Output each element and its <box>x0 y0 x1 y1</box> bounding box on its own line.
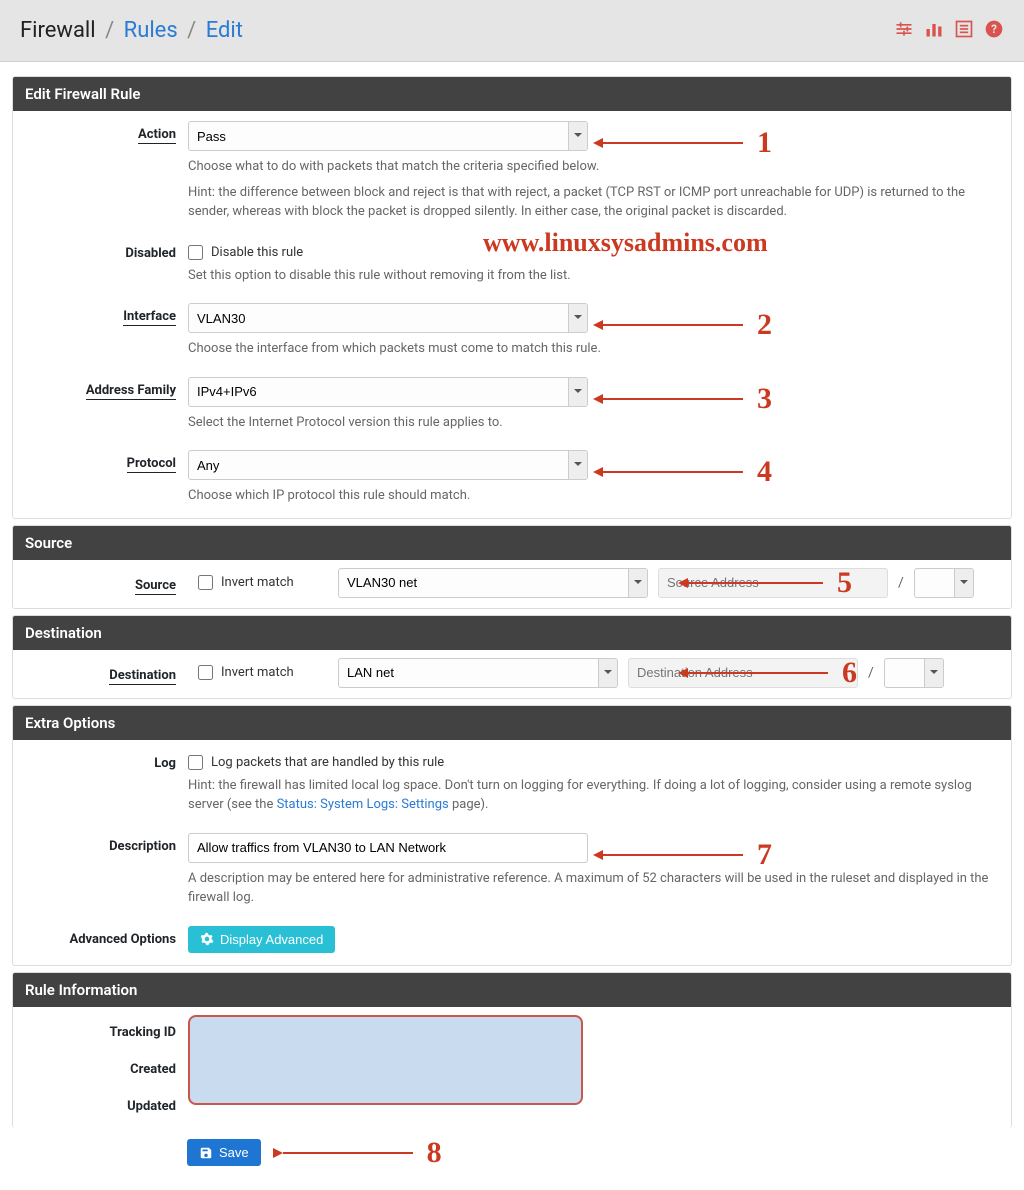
panel-extra-options: Extra Options Log Log packets that are h… <box>12 705 1012 966</box>
panel-heading: Edit Firewall Rule <box>13 77 1011 111</box>
log-checkbox[interactable] <box>188 755 203 770</box>
protocol-help: Choose which IP protocol this rule shoul… <box>188 486 1001 506</box>
label-advanced: Advanced Options <box>23 926 188 947</box>
destination-mask-select[interactable] <box>884 658 944 688</box>
label-interface[interactable]: Interface <box>23 303 188 324</box>
disabled-help: Set this option to disable this rule wit… <box>188 266 1001 286</box>
slash: / <box>898 575 904 591</box>
header-action-icons: ? <box>894 19 1004 43</box>
description-input[interactable] <box>188 833 588 863</box>
label-log: Log <box>23 750 188 771</box>
action-select[interactable]: Pass <box>188 121 588 151</box>
annotation-2: 2 <box>593 308 772 342</box>
breadcrumb-root[interactable]: Firewall <box>20 18 96 43</box>
annotation-1: 1 <box>593 126 772 160</box>
panel-heading: Rule Information <box>13 973 1011 1007</box>
gear-icon <box>200 932 214 946</box>
log-help: Hint: the firewall has limited local log… <box>188 776 1001 815</box>
source-mask-select[interactable] <box>914 568 974 598</box>
help-icon[interactable]: ? <box>984 19 1004 43</box>
protocol-select[interactable]: Any <box>188 450 588 480</box>
label-created: Created <box>23 1056 188 1077</box>
destination-invert-checkbox[interactable] <box>198 665 213 680</box>
label-source[interactable]: Source <box>23 572 188 593</box>
panel-rule-information: Rule Information Tracking ID Created Upd… <box>12 972 1012 1128</box>
label-description: Description <box>23 833 188 854</box>
panel-heading: Source <box>13 526 1011 560</box>
breadcrumb-edit[interactable]: Edit <box>206 18 243 43</box>
save-button[interactable]: Save <box>187 1139 261 1166</box>
slash: / <box>868 665 874 681</box>
label-destination[interactable]: Destination <box>23 662 188 683</box>
panel-source: Source Source Invert match VLAN30 net 5 <box>12 525 1012 609</box>
label-updated: Updated <box>23 1093 188 1114</box>
annotation-4: 4 <box>593 455 772 489</box>
disabled-checkbox-label: Disable this rule <box>211 245 303 260</box>
label-address-family[interactable]: Address Family <box>23 377 188 398</box>
source-type-select[interactable]: VLAN30 net <box>338 568 648 598</box>
interface-help: Choose the interface from which packets … <box>188 339 1001 359</box>
svg-text:?: ? <box>991 22 997 36</box>
annotation-8: 8 <box>273 1136 456 1170</box>
panel-edit-firewall-rule: Edit Firewall Rule Action Pass 1 Choose … <box>12 76 1012 519</box>
source-invert-label: Invert match <box>221 575 294 590</box>
source-address-input[interactable] <box>658 568 888 598</box>
bar-chart-icon[interactable] <box>924 19 944 43</box>
panel-heading: Extra Options <box>13 706 1011 740</box>
panel-destination: Destination Destination Invert match LAN… <box>12 615 1012 699</box>
annotation-3: 3 <box>593 382 772 416</box>
log-checkbox-label: Log packets that are handled by this rul… <box>211 755 444 770</box>
syslog-settings-link[interactable]: Status: System Logs: Settings <box>277 797 449 812</box>
destination-address-input[interactable] <box>628 658 858 688</box>
source-invert-checkbox[interactable] <box>198 575 213 590</box>
interface-select[interactable]: VLAN30 <box>188 303 588 333</box>
panel-heading: Destination <box>13 616 1011 650</box>
address-family-select[interactable]: IPv4+IPv6 <box>188 377 588 407</box>
af-help: Select the Internet Protocol version thi… <box>188 413 1001 433</box>
breadcrumb-rules[interactable]: Rules <box>124 18 178 43</box>
label-protocol[interactable]: Protocol <box>23 450 188 471</box>
breadcrumb: Firewall / Rules / Edit <box>20 18 894 43</box>
label-tracking-id: Tracking ID <box>23 1019 188 1040</box>
display-advanced-button[interactable]: Display Advanced <box>188 926 335 953</box>
description-help: A description may be entered here for ad… <box>188 869 1001 908</box>
label-action[interactable]: Action <box>23 121 188 142</box>
destination-invert-label: Invert match <box>221 665 294 680</box>
action-help2: Hint: the difference between block and r… <box>188 183 1001 222</box>
sliders-icon[interactable] <box>894 19 914 43</box>
destination-type-select[interactable]: LAN net <box>338 658 618 688</box>
annotation-7: 7 <box>593 838 772 872</box>
label-disabled: Disabled <box>23 240 188 261</box>
log-icon[interactable] <box>954 19 974 43</box>
save-icon <box>199 1146 213 1160</box>
action-help1: Choose what to do with packets that matc… <box>188 157 1001 177</box>
disabled-checkbox[interactable] <box>188 245 203 260</box>
page-header: Firewall / Rules / Edit ? <box>0 0 1024 62</box>
